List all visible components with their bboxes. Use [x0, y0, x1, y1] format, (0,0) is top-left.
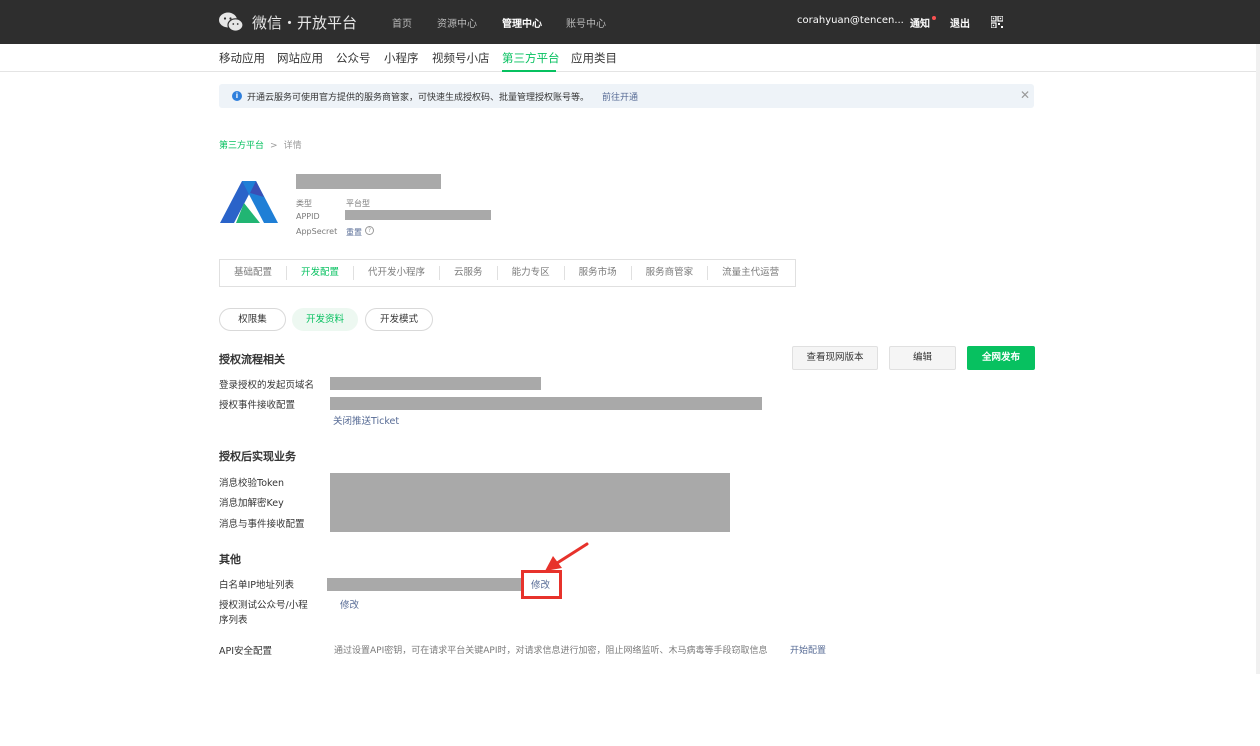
brand-title: 微信・开放平台	[252, 13, 358, 32]
notifications-link[interactable]: 通知	[910, 15, 930, 30]
subnav-official-account[interactable]: 公众号	[336, 50, 371, 66]
subnav-app-category[interactable]: 应用类目	[571, 50, 617, 66]
notice-text: 开通云服务可使用官方提供的服务商管家，可快速生成授权码、批量管理授权账号等。	[247, 93, 590, 103]
ip-whitelist-label: 白名单IP地址列表	[219, 580, 295, 591]
subnav-third-party[interactable]: 第三方平台	[502, 50, 560, 66]
close-icon[interactable]: ✕	[1020, 88, 1030, 102]
subnav-mini-program[interactable]: 小程序	[384, 50, 419, 66]
user-account[interactable]: corahyuan@tencen...	[797, 15, 904, 26]
help-icon[interactable]: ?	[365, 226, 374, 235]
pointer-arrow-icon	[545, 542, 589, 571]
other-title: 其他	[219, 553, 241, 566]
auth-event-label: 授权事件接收配置	[219, 400, 296, 411]
auth-event-redacted	[330, 397, 762, 410]
config-tabs: 基础配置 开发配置 代开发小程序 云服务 能力专区 服务市场 服务商管家 流量主…	[219, 259, 796, 287]
appid-label: APPID	[296, 212, 320, 221]
tab-proxy-mini-program[interactable]: 代开发小程序	[354, 266, 441, 280]
notice-banner: i 开通云服务可使用官方提供的服务商管家，可快速生成授权码、批量管理授权账号等。…	[219, 84, 1034, 108]
post-auth-redacted	[330, 473, 730, 532]
app-name-redacted	[296, 174, 441, 189]
subnav-channels-shop[interactable]: 视频号小店	[432, 50, 490, 66]
test-list-label-2: 序列表	[219, 615, 248, 626]
active-tab-indicator	[502, 70, 556, 72]
tab-service-market[interactable]: 服务市场	[565, 266, 632, 280]
tab-ad-operation[interactable]: 流量主代运营	[708, 266, 793, 280]
logout-link[interactable]: 退出	[950, 15, 970, 30]
type-label: 类型	[296, 199, 312, 208]
token-label: 消息校验Token	[219, 478, 285, 489]
auth-flow-title: 授权流程相关	[219, 353, 285, 366]
message-url-label: 消息与事件接收配置	[219, 519, 305, 530]
encrypt-key-label: 消息加解密Key	[219, 498, 284, 509]
reset-secret-link[interactable]: 重置	[346, 227, 362, 238]
topnav-home[interactable]: 首页	[392, 15, 412, 30]
tab-basic-config[interactable]: 基础配置	[220, 266, 288, 280]
app-logo	[220, 181, 278, 223]
breadcrumb-root[interactable]: 第三方平台	[219, 141, 264, 151]
breadcrumb: 第三方平台 > 详情	[219, 138, 302, 151]
view-current-version-button[interactable]: 查看现网版本	[792, 346, 878, 370]
subnav-website-app[interactable]: 网站应用	[277, 50, 323, 66]
ip-whitelist-redacted	[327, 578, 522, 591]
top-navbar: 微信・开放平台 首页 资源中心 管理中心 账号中心 corahyuan@tenc…	[0, 0, 1260, 44]
appid-redacted	[345, 210, 491, 220]
notice-link[interactable]: 前往开通	[602, 90, 638, 103]
post-auth-title: 授权后实现业务	[219, 450, 296, 463]
close-ticket-link[interactable]: 关闭推送Ticket	[333, 413, 399, 427]
type-value: 平台型	[346, 199, 370, 208]
topnav-management[interactable]: 管理中心	[502, 15, 542, 30]
notification-dot	[932, 16, 936, 20]
sub-navbar: 移动应用 网站应用 公众号 小程序 视频号小店 第三方平台 应用类目	[0, 44, 1260, 72]
info-icon: i	[232, 91, 242, 101]
subnav-mobile-app[interactable]: 移动应用	[219, 50, 265, 66]
scrollbar[interactable]	[1256, 44, 1260, 674]
tab-capability-zone[interactable]: 能力专区	[498, 266, 565, 280]
wechat-logo-icon	[219, 12, 244, 32]
tab-service-butler[interactable]: 服务商管家	[632, 266, 709, 280]
qrcode-icon[interactable]	[991, 16, 1003, 28]
api-security-label: API安全配置	[219, 646, 273, 657]
test-list-label-1: 授权测试公众号/小程	[219, 600, 308, 611]
test-list-edit-link[interactable]: 修改	[340, 597, 359, 611]
auth-domain-redacted	[330, 377, 541, 390]
subtab-dev-info[interactable]: 开发资料	[292, 308, 358, 331]
topnav-account[interactable]: 账号中心	[566, 15, 606, 30]
tab-cloud-service[interactable]: 云服务	[440, 266, 498, 280]
breadcrumb-current: 详情	[283, 141, 302, 151]
breadcrumb-separator: >	[270, 141, 278, 151]
appsecret-label: AppSecret	[296, 227, 338, 236]
edit-button[interactable]: 编辑	[889, 346, 956, 370]
publish-button[interactable]: 全网发布	[967, 346, 1035, 370]
tab-dev-config[interactable]: 开发配置	[287, 266, 355, 280]
subtab-permissions[interactable]: 权限集	[219, 308, 286, 331]
api-config-link[interactable]: 开始配置	[790, 643, 826, 656]
topnav-resources[interactable]: 资源中心	[437, 15, 477, 30]
brand-logo[interactable]: 微信・开放平台	[218, 10, 357, 34]
auth-domain-label: 登录授权的发起页域名	[219, 380, 315, 391]
subtab-dev-mode[interactable]: 开发模式	[365, 308, 433, 331]
api-security-desc: 通过设置API密钥，可在请求平台关键API时，对请求信息进行加密，阻止网络监听、…	[334, 646, 768, 656]
